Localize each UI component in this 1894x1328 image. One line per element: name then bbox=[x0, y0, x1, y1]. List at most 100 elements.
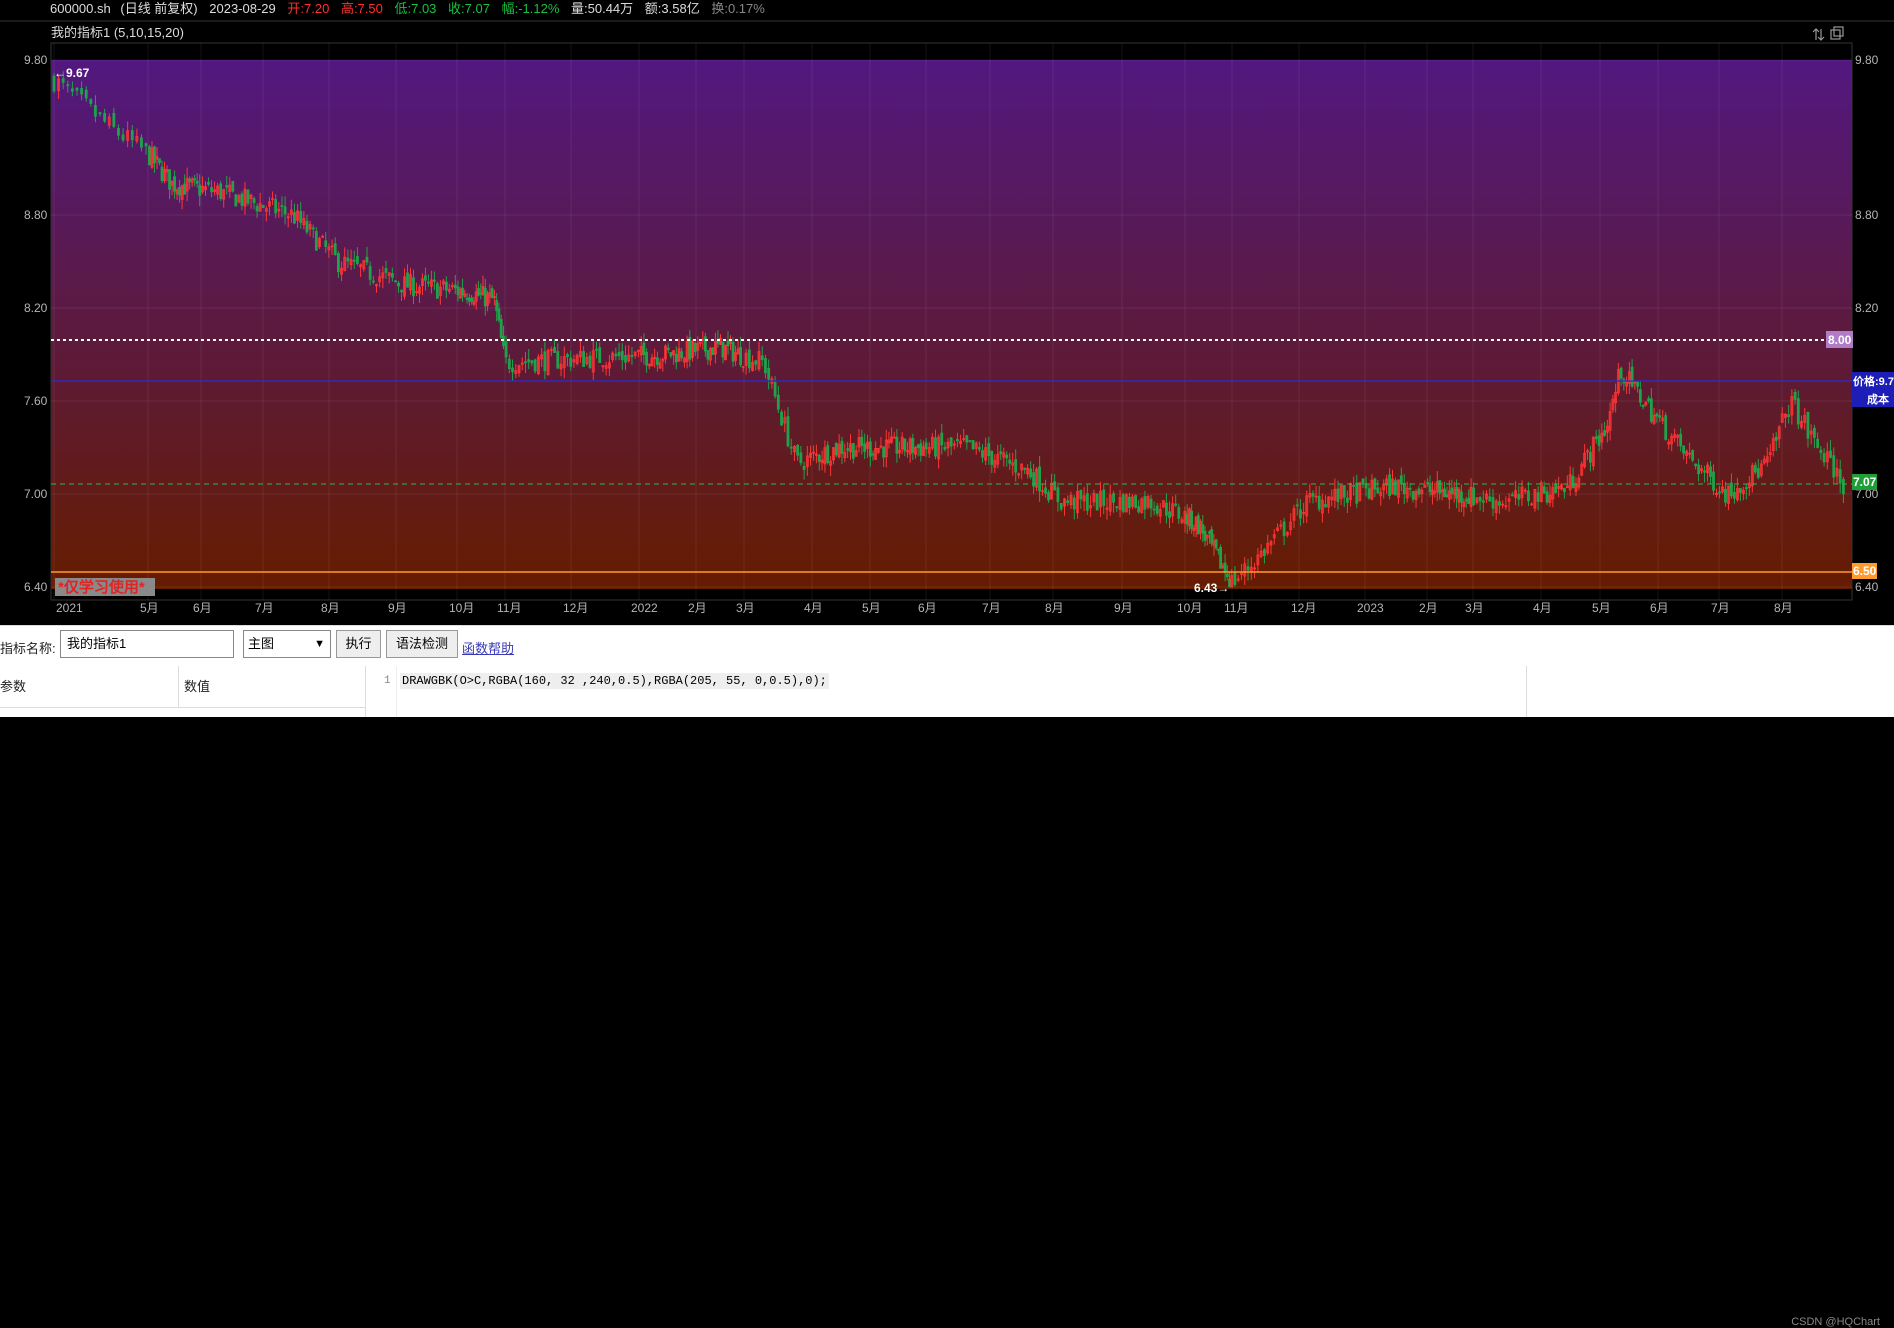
settings-icon[interactable] bbox=[1812, 28, 1825, 41]
candle-body bbox=[1008, 459, 1012, 464]
candle-body bbox=[1460, 491, 1463, 503]
candle-body bbox=[75, 87, 79, 91]
candle-body bbox=[130, 130, 134, 141]
candle-body bbox=[739, 346, 743, 366]
candle-body bbox=[240, 193, 244, 206]
code-editor[interactable]: 1 DRAWGBK(O>C,RGBA(160, 32 ,240,0.5),RGB… bbox=[366, 666, 1527, 717]
x-tick-label: 7月 bbox=[255, 601, 274, 615]
candle-body bbox=[255, 206, 259, 212]
indicator-name-input[interactable]: 我的指标1 bbox=[60, 630, 234, 658]
close-price-value: 7.07 bbox=[1853, 475, 1877, 489]
candle-body bbox=[1134, 495, 1137, 508]
candle-body bbox=[153, 146, 156, 164]
candle-body bbox=[786, 416, 790, 447]
candle-body bbox=[1367, 488, 1371, 499]
candle-body bbox=[656, 357, 659, 366]
candle-body bbox=[384, 268, 388, 273]
candle-body bbox=[1638, 389, 1642, 403]
candle-body bbox=[117, 128, 120, 136]
candle-body bbox=[1589, 451, 1592, 463]
x-tick-label: 6月 bbox=[1650, 601, 1669, 615]
dotted-line-value: 8.00 bbox=[1828, 333, 1852, 347]
candle-body bbox=[507, 358, 511, 369]
candle-body bbox=[158, 158, 161, 163]
candle-body bbox=[1408, 487, 1412, 490]
candle-body bbox=[1355, 482, 1359, 504]
candle-body bbox=[543, 351, 547, 372]
x-tick-label: 7月 bbox=[1711, 601, 1730, 615]
candle-body bbox=[1185, 514, 1189, 525]
candle-body bbox=[178, 187, 181, 196]
candle-body bbox=[1295, 504, 1299, 507]
run-button[interactable]: 执行 bbox=[336, 630, 381, 658]
candle-body bbox=[225, 185, 229, 188]
candle-body bbox=[1079, 489, 1083, 500]
candle-body bbox=[1554, 483, 1558, 494]
candle-body bbox=[1517, 494, 1521, 500]
candle-body bbox=[868, 441, 872, 457]
candle-body bbox=[433, 279, 436, 282]
candle-body bbox=[453, 284, 457, 289]
candle-body bbox=[231, 180, 235, 192]
function-help-link[interactable]: 函数帮助 bbox=[462, 638, 514, 657]
candle-body bbox=[754, 360, 758, 365]
popout-icon[interactable] bbox=[1830, 26, 1844, 40]
x-tick-label: 2023 bbox=[1357, 601, 1384, 615]
candle-body bbox=[1510, 494, 1514, 497]
candle-body bbox=[80, 88, 84, 95]
x-tick-label: 3月 bbox=[736, 601, 755, 615]
candle-body bbox=[1738, 488, 1742, 493]
candle-body bbox=[726, 340, 730, 347]
candle-body bbox=[1038, 466, 1041, 492]
header-amount: 额:3.58亿 bbox=[645, 1, 700, 16]
candle-body bbox=[882, 446, 886, 458]
candle-body bbox=[1488, 496, 1492, 502]
candle-body bbox=[1455, 486, 1458, 499]
x-tick-label: 8月 bbox=[1045, 601, 1064, 615]
x-tick-label: 11月 bbox=[1224, 601, 1248, 615]
candle-body bbox=[1478, 497, 1482, 502]
candle-body bbox=[987, 443, 991, 457]
candle-body bbox=[356, 256, 359, 264]
x-tick-label: 6月 bbox=[193, 601, 212, 615]
candle-body bbox=[1832, 455, 1836, 478]
candle-body bbox=[851, 443, 855, 459]
drawgbk-background bbox=[51, 60, 1852, 589]
x-tick-label: 6月 bbox=[918, 601, 937, 615]
candle-body bbox=[977, 447, 981, 450]
candle-body bbox=[1137, 506, 1141, 513]
candle-body bbox=[210, 186, 213, 193]
candle-body bbox=[1597, 435, 1601, 446]
candle-body bbox=[1059, 502, 1063, 510]
candle-body bbox=[1402, 483, 1406, 495]
chevron-down-icon: ▼ bbox=[314, 638, 325, 650]
candle-body bbox=[1703, 470, 1706, 473]
syntax-check-button[interactable]: 语法检测 bbox=[386, 630, 458, 658]
candle-body bbox=[1196, 515, 1200, 535]
candle-body bbox=[1102, 489, 1106, 506]
candle-body bbox=[311, 227, 315, 230]
candle-body bbox=[1813, 427, 1816, 438]
candle-body bbox=[1165, 502, 1168, 516]
candle-body bbox=[1679, 433, 1683, 447]
candle-body bbox=[490, 288, 494, 299]
candle-body bbox=[1426, 482, 1430, 484]
candle-body bbox=[1450, 487, 1454, 494]
kline-chart[interactable]: 600000.sh (日线 前复权) 2023-08-29 开:7.20 高:7… bbox=[0, 0, 1894, 625]
candle-body bbox=[274, 199, 278, 214]
candle-body bbox=[1282, 521, 1286, 537]
x-tick-label: 4月 bbox=[1533, 601, 1552, 615]
candle-body bbox=[1336, 488, 1340, 503]
candle-body bbox=[66, 84, 70, 87]
candle-body bbox=[261, 204, 265, 209]
orange-line-badge: 6.50 bbox=[1852, 563, 1877, 579]
candle-body bbox=[1697, 464, 1700, 475]
chart-type-select[interactable]: 主图 ▼ bbox=[243, 630, 331, 658]
candle-body bbox=[1682, 445, 1686, 454]
candle-body bbox=[1630, 366, 1634, 387]
candle-body bbox=[1744, 487, 1748, 490]
candle-body bbox=[324, 240, 328, 247]
candle-body bbox=[427, 281, 430, 284]
code-line[interactable]: DRAWGBK(O>C,RGBA(160, 32 ,240,0.5),RGBA(… bbox=[400, 673, 829, 689]
candle-body bbox=[371, 280, 375, 283]
